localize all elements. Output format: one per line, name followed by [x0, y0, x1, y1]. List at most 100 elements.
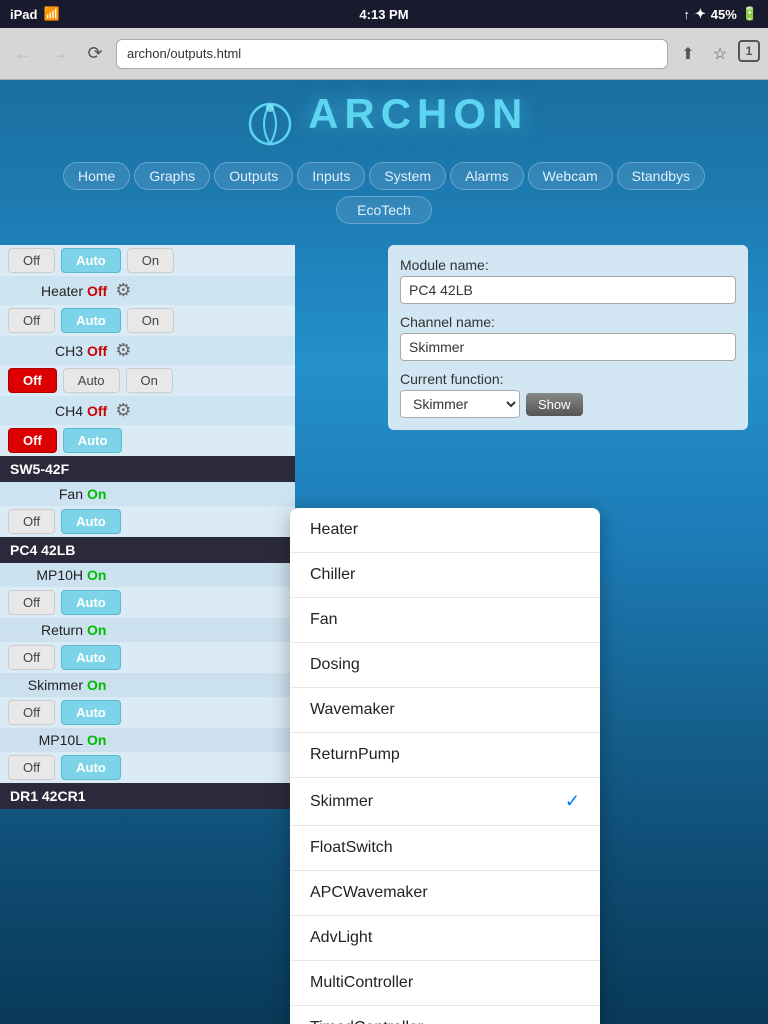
mp10l-label: MP10L [8, 732, 83, 748]
check-mark-icon: ✓ [565, 791, 580, 812]
auto-button-1[interactable]: Auto [61, 248, 121, 273]
status-time: 4:13 PM [359, 7, 408, 22]
fan-auto-button[interactable]: Auto [61, 509, 121, 534]
nav-outputs[interactable]: Outputs [214, 162, 293, 190]
ch3-gear-icon[interactable]: ⚙ [115, 340, 131, 361]
dropdown-label-wavemaker: Wavemaker [310, 701, 395, 719]
auto-button-5[interactable]: Auto [63, 368, 120, 393]
sw5-section-header: SW5-42F [0, 456, 295, 482]
on-button-1[interactable]: On [127, 248, 174, 273]
ch3-status: Off [87, 343, 107, 359]
ecotech-area: EcoTech [0, 196, 768, 224]
mp10h-controls: Off Auto [0, 587, 295, 618]
dropdown-item-timedcontroller[interactable]: TimedController [290, 1006, 600, 1024]
carrier-label: iPad [10, 7, 37, 22]
dropdown-label-returnpump: ReturnPump [310, 746, 400, 764]
show-button[interactable]: Show [526, 393, 583, 416]
logo-area: ARCHON [0, 80, 768, 156]
dropdown-item-apcwavemaker[interactable]: APCWavemaker [290, 871, 600, 916]
dropdown-item-chiller[interactable]: Chiller [290, 553, 600, 598]
tab-badge[interactable]: 1 [738, 40, 760, 62]
dropdown-item-wavemaker[interactable]: Wavemaker [290, 688, 600, 733]
channel-name-label: Channel name: [400, 314, 736, 330]
dropdown-item-returnpump[interactable]: ReturnPump [290, 733, 600, 778]
bookmark-button[interactable]: ☆ [706, 40, 734, 68]
address-bar[interactable]: archon/outputs.html [116, 39, 668, 69]
skimmer-auto-button[interactable]: Auto [61, 700, 121, 725]
fan-status: On [87, 486, 106, 502]
dropdown-item-advlight[interactable]: AdvLight [290, 916, 600, 961]
mp10h-off-button[interactable]: Off [8, 590, 55, 615]
mp10h-row: MP10H On [0, 563, 295, 587]
return-auto-button[interactable]: Auto [61, 645, 121, 670]
dropdown-item-multicontroller[interactable]: MultiController [290, 961, 600, 1006]
forward-button[interactable]: → [44, 39, 74, 69]
ch3-row: CH3 Off ⚙ [0, 336, 295, 365]
nav-home[interactable]: Home [63, 162, 130, 190]
skimmer-off-button[interactable]: Off [8, 700, 55, 725]
share-button[interactable]: ⬆ [674, 40, 702, 68]
ecotech-button[interactable]: EcoTech [336, 196, 432, 224]
skimmer-controls: Off Auto [0, 697, 295, 728]
dropdown-label-apcwavemaker: APCWavemaker [310, 884, 428, 902]
back-button[interactable]: ← [8, 39, 38, 69]
right-panel: Module name: Channel name: Current funct… [388, 245, 748, 430]
ch3-label: CH3 [8, 343, 83, 359]
mp10l-off-button[interactable]: Off [8, 755, 55, 780]
dropdown-overlay: Heater Chiller Fan Dosing Wavemaker Retu… [290, 508, 600, 1024]
nav-inputs[interactable]: Inputs [297, 162, 365, 190]
ch4-gear-icon[interactable]: ⚙ [115, 400, 131, 421]
off-red-button-5[interactable]: Off [8, 368, 57, 393]
dropdown-item-fan[interactable]: Fan [290, 598, 600, 643]
dropdown-label-heater: Heater [310, 521, 358, 539]
controls-row-5: Off Auto On [0, 365, 295, 396]
browser-chrome: ← → ⟳ archon/outputs.html ⬆ ☆ 1 [0, 28, 768, 80]
return-row: Return On [0, 618, 295, 642]
auto-button-3[interactable]: Auto [61, 308, 121, 333]
wifi-icon: 📶 [43, 6, 59, 22]
skimmer-status: On [87, 677, 106, 693]
channel-name-input[interactable] [400, 333, 736, 361]
dropdown-item-skimmer[interactable]: Skimmer ✓ [290, 778, 600, 826]
current-function-label: Current function: [400, 371, 736, 387]
bluetooth-icon: ✦ [695, 6, 706, 22]
dropdown-item-dosing[interactable]: Dosing [290, 643, 600, 688]
module-name-input[interactable] [400, 276, 736, 304]
mp10l-controls: Off Auto [0, 752, 295, 783]
mp10l-row: MP10L On [0, 728, 295, 752]
pc4-section-header: PC4 42LB [0, 537, 295, 563]
return-off-button[interactable]: Off [8, 645, 55, 670]
off-button-1[interactable]: Off [8, 248, 55, 273]
dropdown-item-heater[interactable]: Heater [290, 508, 600, 553]
status-right: ↑ ✦ 45% 🔋 [683, 6, 758, 22]
off-red-button-7[interactable]: Off [8, 428, 57, 453]
fan-off-button[interactable]: Off [8, 509, 55, 534]
mp10l-auto-button[interactable]: Auto [61, 755, 121, 780]
off-button-3[interactable]: Off [8, 308, 55, 333]
mp10h-auto-button[interactable]: Auto [61, 590, 121, 615]
nav-system[interactable]: System [369, 162, 446, 190]
module-name-label: Module name: [400, 257, 736, 273]
function-row: Skimmer Show [400, 390, 736, 418]
heater-gear-icon[interactable]: ⚙ [115, 280, 131, 301]
auto-button-7[interactable]: Auto [63, 428, 123, 453]
dropdown-item-floatswitch[interactable]: FloatSwitch [290, 826, 600, 871]
status-left: iPad 📶 [10, 6, 60, 22]
mp10h-label: MP10H [8, 567, 83, 583]
dropdown-label-timedcontroller: TimedController [310, 1019, 423, 1024]
nav-webcam[interactable]: Webcam [528, 162, 613, 190]
dropdown-label-skimmer: Skimmer [310, 793, 373, 811]
return-status: On [87, 622, 106, 638]
reload-button[interactable]: ⟳ [80, 39, 110, 69]
dropdown-label-multicontroller: MultiController [310, 974, 413, 992]
dropdown-label-advlight: AdvLight [310, 929, 372, 947]
on-button-3[interactable]: On [127, 308, 174, 333]
nav-alarms[interactable]: Alarms [450, 162, 524, 190]
function-select[interactable]: Skimmer [400, 390, 520, 418]
on-button-5[interactable]: On [126, 368, 173, 393]
nav-graphs[interactable]: Graphs [134, 162, 210, 190]
url-text: archon/outputs.html [127, 46, 241, 61]
fan-controls-row: Off Auto [0, 506, 295, 537]
nav-standbys[interactable]: Standbys [617, 162, 705, 190]
mp10h-status: On [87, 567, 106, 583]
